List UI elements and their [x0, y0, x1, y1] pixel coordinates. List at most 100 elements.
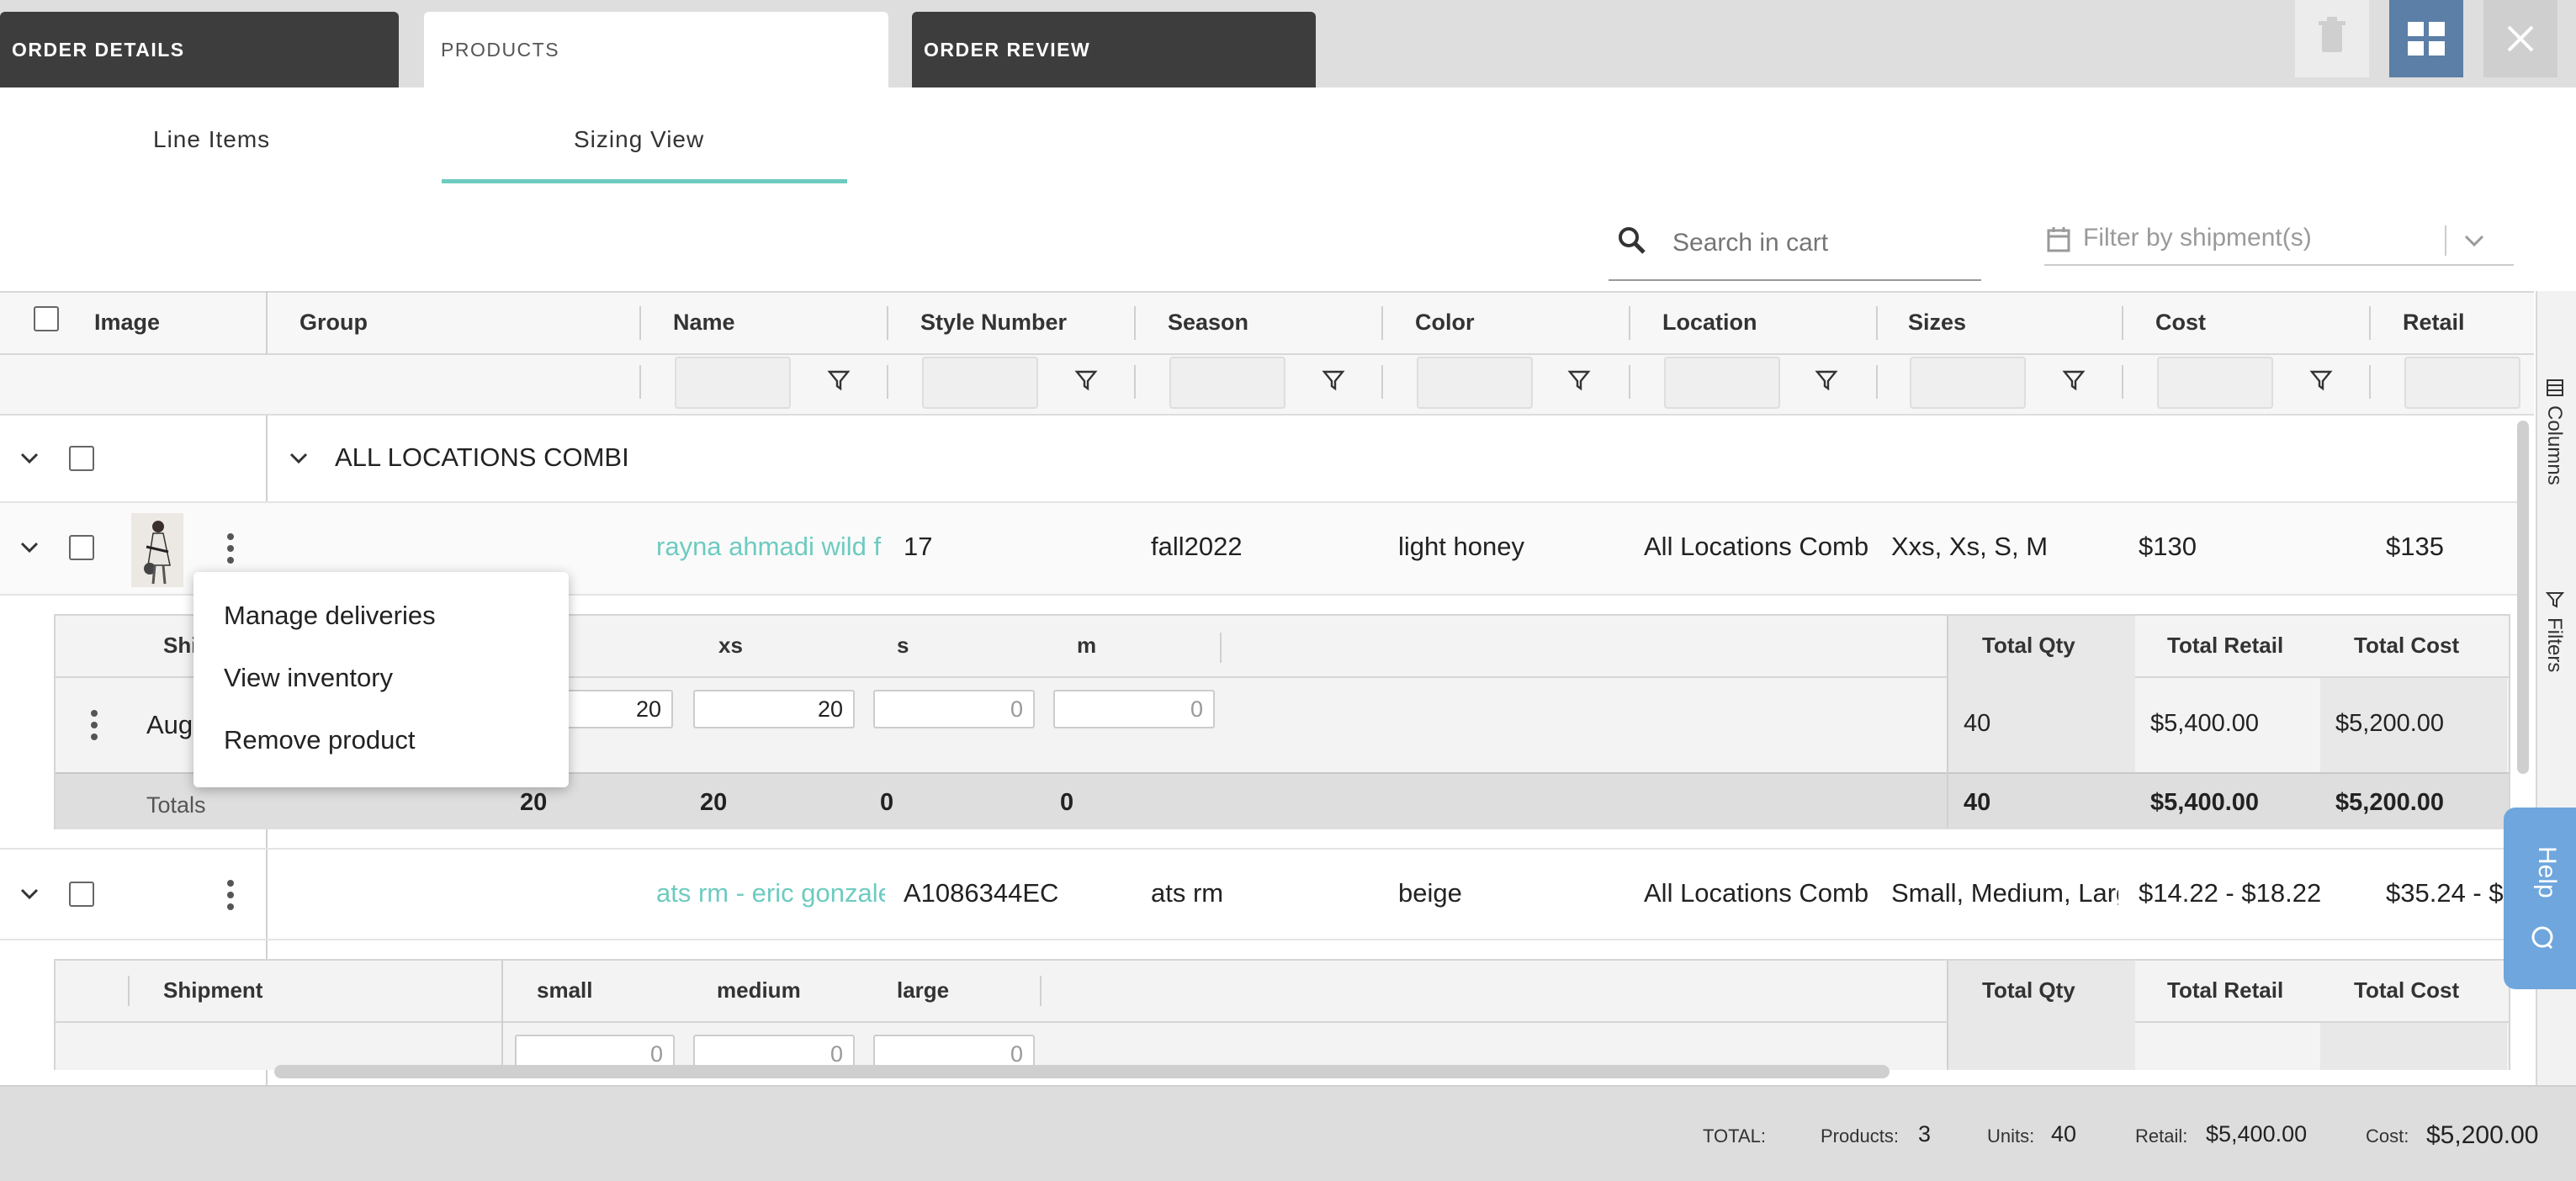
- col-sep[interactable]: [887, 306, 888, 340]
- col-sep[interactable]: [2122, 306, 2123, 340]
- filter-icon[interactable]: [1814, 368, 1839, 393]
- sizing-header-divider: [56, 1021, 2509, 1023]
- filter-icon[interactable]: [1321, 368, 1346, 393]
- qty-input[interactable]: 0: [1053, 690, 1215, 728]
- help-button[interactable]: [2504, 808, 2576, 989]
- search-input[interactable]: [1671, 225, 1977, 261]
- qty-input[interactable]: 0: [693, 1035, 855, 1068]
- col-sep[interactable]: [1629, 306, 1630, 340]
- menu-item-remove-product[interactable]: Remove product: [224, 725, 415, 755]
- col-header-cost[interactable]: Cost: [2155, 310, 2206, 336]
- location-cell: All Locations Comb: [1644, 878, 1869, 908]
- horizontal-scrollbar[interactable]: [274, 1065, 1890, 1078]
- tab-products[interactable]: PRODUCTS: [424, 12, 888, 87]
- season-filter-input[interactable]: [1169, 357, 1285, 409]
- col-header-group[interactable]: Group: [299, 310, 368, 336]
- product-thumbnail: [131, 513, 183, 587]
- row-divider: [0, 848, 2524, 850]
- totals-label: Totals: [146, 792, 206, 818]
- subtab-line-items[interactable]: Line Items: [153, 126, 270, 153]
- product-name-link[interactable]: ats rm - eric gonzale: [656, 878, 885, 908]
- expand-chevron-icon[interactable]: [17, 446, 42, 471]
- product-checkbox[interactable]: [69, 535, 94, 560]
- shipment-options-icon[interactable]: [82, 707, 106, 744]
- menu-item-view-inventory[interactable]: View inventory: [224, 663, 393, 693]
- subtab-sizing-view[interactable]: Sizing View: [574, 126, 704, 153]
- col-header-sizes[interactable]: Sizes: [1908, 310, 1966, 336]
- col-sep[interactable]: [1876, 306, 1878, 340]
- filter-icon[interactable]: [1566, 368, 1592, 393]
- filters-panel-tab[interactable]: Filters: [2542, 617, 2566, 672]
- filter-separator: [2445, 225, 2446, 256]
- filter-icon[interactable]: [2061, 368, 2086, 393]
- qty-input[interactable]: 20: [693, 690, 855, 728]
- cost-cell: $130: [2139, 532, 2197, 561]
- style-number-filter-input[interactable]: [922, 357, 1038, 409]
- group-checkbox[interactable]: [69, 446, 94, 471]
- expand-chevron-icon[interactable]: [17, 882, 42, 907]
- sizing-header-size: m: [1077, 633, 1097, 658]
- more-options-icon[interactable]: [219, 530, 242, 567]
- menu-item-manage-deliveries[interactable]: Manage deliveries: [224, 601, 436, 631]
- season-cell: fall2022: [1151, 532, 1243, 561]
- delete-cart-button[interactable]: [2295, 0, 2369, 77]
- col-sep: [1381, 365, 1383, 399]
- tab-order-details[interactable]: ORDER DETAILS: [0, 12, 399, 87]
- col-sep[interactable]: [639, 306, 641, 340]
- expand-chevron-icon[interactable]: [17, 535, 42, 560]
- col-sep: [639, 365, 641, 399]
- footer-cost-value: $5,200.00: [2426, 1121, 2539, 1149]
- location-cell: All Locations Comb: [1644, 532, 1869, 561]
- col-sep[interactable]: [2369, 306, 2371, 340]
- group-chevron-icon[interactable]: [286, 446, 311, 471]
- filter-icon[interactable]: [826, 368, 851, 393]
- filter-shipments-input[interactable]: Filter by shipment(s): [2083, 224, 2312, 252]
- col-header-style-number[interactable]: Style Number: [920, 310, 1067, 336]
- footer-units-label: Units:: [1987, 1125, 2035, 1147]
- style-number-cell: A1086344EC: [904, 878, 1059, 908]
- shipment-cell: Aug: [146, 710, 193, 739]
- cost-filter-input[interactable]: [2157, 357, 2273, 409]
- color-cell: beige: [1398, 878, 1462, 908]
- row-total-cost: $5,200.00: [2335, 710, 2445, 737]
- col-header-location[interactable]: Location: [1662, 310, 1757, 336]
- filter-icon[interactable]: [1073, 368, 1099, 393]
- size-total: 0: [1060, 789, 1074, 816]
- color-filter-input[interactable]: [1417, 357, 1533, 409]
- grid-view-button[interactable]: [2389, 0, 2463, 77]
- filter-icon[interactable]: [2308, 368, 2334, 393]
- sizing-sep: [1040, 976, 1042, 1006]
- chat-bubble-icon: [2531, 926, 2553, 950]
- close-button[interactable]: [2483, 0, 2557, 77]
- sizes-filter-input[interactable]: [1910, 357, 2026, 409]
- row-divider: [0, 939, 2524, 940]
- more-options-icon[interactable]: [219, 876, 242, 914]
- col-header-image[interactable]: Image: [94, 310, 160, 336]
- qty-input[interactable]: 0: [515, 1035, 675, 1068]
- footer-units-value: 40: [2051, 1121, 2077, 1147]
- qty-input[interactable]: 0: [873, 690, 1035, 728]
- search-icon: [1619, 227, 1646, 254]
- tab-order-review[interactable]: ORDER REVIEW: [912, 12, 1316, 87]
- col-header-retail[interactable]: Retail: [2403, 310, 2465, 336]
- sizing-table: [54, 959, 2510, 1070]
- cart-totals-footer: [0, 1085, 2576, 1181]
- retail-filter-input[interactable]: [2404, 357, 2520, 409]
- sizing-sep: [501, 961, 503, 1070]
- total-qty-header: Total Qty: [1982, 977, 2075, 1003]
- col-header-name[interactable]: Name: [673, 310, 735, 336]
- product-name-link[interactable]: rayna ahmadi wild f: [656, 532, 885, 562]
- retail-cell: $35.24 - $: [2386, 878, 2504, 908]
- col-sep[interactable]: [1134, 306, 1136, 340]
- columns-panel-tab[interactable]: Columns: [2542, 405, 2566, 485]
- location-filter-input[interactable]: [1664, 357, 1780, 409]
- product-checkbox[interactable]: [69, 882, 94, 907]
- select-all-checkbox[interactable]: [34, 306, 59, 331]
- vertical-scrollbar[interactable]: [2517, 421, 2529, 774]
- chevron-down-icon[interactable]: [2462, 230, 2487, 251]
- name-filter-input[interactable]: [675, 357, 791, 409]
- col-header-season[interactable]: Season: [1168, 310, 1248, 336]
- qty-input[interactable]: 0: [873, 1035, 1035, 1068]
- col-header-color[interactable]: Color: [1415, 310, 1475, 336]
- col-sep[interactable]: [1381, 306, 1383, 340]
